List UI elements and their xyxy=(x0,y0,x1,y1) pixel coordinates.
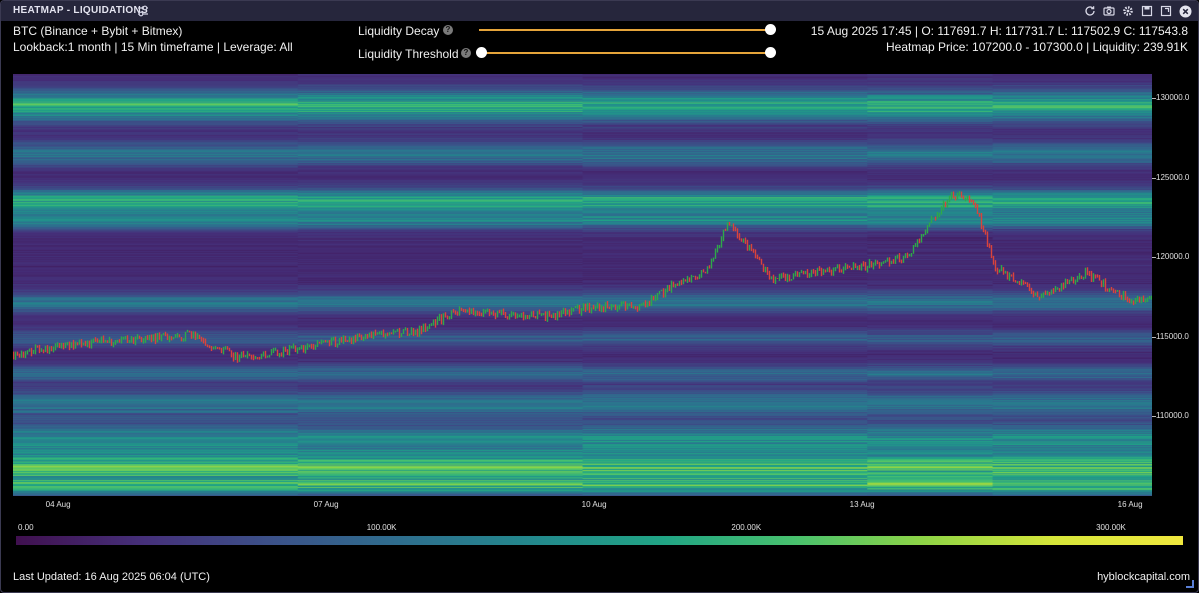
liquidity-decay-slider[interactable] xyxy=(479,29,771,31)
brand-label: hyblockcapital.com xyxy=(1097,571,1190,583)
toolbar-icons xyxy=(1083,4,1192,18)
y-tick-label: 115000.0 xyxy=(1156,331,1189,341)
expand-icon[interactable] xyxy=(1159,4,1173,18)
liquidity-threshold-slider-max-handle[interactable] xyxy=(765,47,776,58)
colorbar-tick-label: 0.00 xyxy=(18,523,34,532)
title-bar: HEATMAP - LIQUIDATIONS xyxy=(1,1,1198,21)
liquidity-threshold-label: Liquidity Threshold xyxy=(358,47,459,61)
y-tick-mark xyxy=(1152,336,1156,338)
y-tick-mark xyxy=(1152,257,1156,259)
heat-band xyxy=(13,74,299,76)
ohlc-readout: 15 Aug 2025 17:45 | O: 117691.7 H: 11773… xyxy=(810,24,1188,38)
y-tick-label: 120000.0 xyxy=(1156,252,1190,262)
colorbar-tick-label: 200.00K xyxy=(731,523,762,532)
last-updated-label: Last Updated: 16 Aug 2025 06:04 (UTC) xyxy=(13,571,210,583)
x-tick-label: 04 Aug xyxy=(45,500,71,509)
heat-band xyxy=(867,74,994,76)
x-tick-label: 13 Aug xyxy=(849,500,875,509)
y-tick-mark xyxy=(1152,97,1156,99)
liquidity-threshold-slider-min-handle[interactable] xyxy=(476,47,487,58)
heatmap-info-readout: Heatmap Price: 107200.0 - 107300.0 | Liq… xyxy=(886,40,1188,54)
heatmap-plot[interactable] xyxy=(13,74,1152,496)
y-tick-mark xyxy=(1152,416,1156,418)
colorbar-tick-label: 100.00K xyxy=(366,523,397,532)
y-tick-mark xyxy=(1152,177,1156,179)
y-tick-label: 130000.0 xyxy=(1156,92,1190,102)
symbol-label: BTC (Binance + Bybit + Bitmex) xyxy=(13,24,183,38)
liquidity-decay-help-icon[interactable]: ? xyxy=(443,25,453,35)
x-tick-label: 07 Aug xyxy=(313,500,339,509)
gear-icon[interactable] xyxy=(1121,4,1135,18)
colorbar-tick-label: 300.00K xyxy=(1096,523,1126,532)
window-title: HEATMAP - LIQUIDATIONS xyxy=(13,5,148,16)
heat-band xyxy=(582,74,869,76)
save-icon[interactable] xyxy=(1140,4,1154,18)
x-tick-label: 10 Aug xyxy=(581,500,607,509)
resize-handle[interactable] xyxy=(1186,580,1194,588)
heatmap-window: HEATMAP - LIQUIDATIONS BTC (Binance + By… xyxy=(0,0,1199,593)
y-tick-label: 125000.0 xyxy=(1156,172,1190,182)
heat-band xyxy=(297,74,584,76)
liquidity-threshold-slider[interactable] xyxy=(479,52,771,54)
params-label: Lookback:1 month | 15 Min timeframe | Le… xyxy=(13,40,293,54)
x-tick-label: 16 Aug xyxy=(1117,500,1143,509)
close-icon[interactable] xyxy=(1178,4,1192,18)
y-tick-label: 110000.0 xyxy=(1156,411,1189,421)
heatmap-bands xyxy=(13,74,1152,496)
liquidity-decay-slider-handle[interactable] xyxy=(765,24,776,35)
heat-band xyxy=(992,74,1152,76)
refresh-icon[interactable] xyxy=(1083,4,1097,18)
settings-sliders-icon[interactable] xyxy=(136,4,150,18)
liquidity-threshold-help-icon[interactable]: ? xyxy=(461,48,471,58)
liquidity-decay-label: Liquidity Decay xyxy=(358,24,440,38)
liquidity-colorbar xyxy=(16,536,1183,545)
camera-icon[interactable] xyxy=(1102,4,1116,18)
